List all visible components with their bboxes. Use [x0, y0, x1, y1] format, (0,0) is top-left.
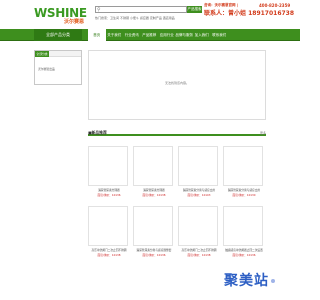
contact-person: 联系人：曾小姐 18917016738: [204, 10, 295, 17]
product-card[interactable]: 漏尿管尿素分离与感应立用 面议/询价：10130: [223, 146, 265, 202]
nav-item-brand[interactable]: 品牌与服务: [176, 29, 194, 41]
product-image[interactable]: [133, 146, 173, 186]
product-name[interactable]: 漏尿管尿素分离与感应立用: [178, 188, 220, 192]
category-sidebar: 全部分类 沃尔赛恩出品: [34, 50, 82, 85]
nav-menu: 首页 关于我们 行业资讯 产品推荐 应用行业 品牌与服务 加入我们 联系我们: [88, 29, 228, 41]
contact-block: 咨询：沃尔赛恩官网 | 400-820-2359 联系人：曾小姐 1891701…: [204, 3, 294, 27]
product-card[interactable]: 漏尿管尿素分理器 面议/询价：10138: [133, 146, 175, 202]
product-price: 面议/询价：10136: [142, 253, 166, 257]
sidebar-header: 全部分类: [35, 51, 81, 57]
product-image[interactable]: [88, 206, 128, 246]
search-input[interactable]: ⚲: [95, 6, 187, 13]
nav-item-home[interactable]: 首页: [88, 29, 106, 41]
nav-item-industries[interactable]: 应用行业: [158, 29, 176, 41]
more-link[interactable]: 更多: [260, 130, 266, 136]
product-card[interactable]: 漏尿管尿素分离与感应立用 面议/询价：10103: [178, 146, 220, 202]
product-price: 面议/询价：10103: [187, 193, 211, 197]
product-price: 面议/询价：10138: [142, 193, 166, 197]
product-card[interactable]: 触感感应冲洗阀器止回二次设置 面议/询价：10136: [223, 206, 265, 262]
product-name[interactable]: 漏尿管尿素分理器: [133, 188, 175, 192]
site-header: WSHINE 沃尔赛恩 ⚲ 产品搜索 热门搜索：卫生间 不锈钢 小便斗 感应器 …: [0, 0, 300, 30]
product-name[interactable]: 漏尿管尿素分理器: [88, 188, 130, 192]
product-price: 面议/询价：10136: [97, 193, 121, 197]
content-panel: 无法找到该内容。: [88, 50, 266, 120]
product-price: 面议/询价：10136: [232, 253, 256, 257]
product-price: 面议/询价：10130: [232, 193, 256, 197]
product-name[interactable]: 触感感应冲洗阀器止回二次设置: [223, 248, 265, 252]
sidebar-tab[interactable]: 全部分类: [35, 51, 49, 57]
sidebar-item[interactable]: 沃尔赛恩出品: [38, 67, 55, 71]
product-price: 面议/询价：10138: [97, 253, 121, 257]
product-price: 面议/询价：10138: [187, 253, 211, 257]
product-image[interactable]: [133, 206, 173, 246]
search-button[interactable]: 产品搜索: [187, 6, 202, 13]
product-image[interactable]: [223, 206, 263, 246]
product-name[interactable]: 漏尿管尿素分离与感应立用: [223, 188, 265, 192]
product-image[interactable]: [88, 146, 128, 186]
brand-logo[interactable]: WSHINE 沃尔赛恩: [34, 6, 87, 26]
hot-search-links[interactable]: 热门搜索：卫生间 不锈钢 小便斗 感应器 定制产品 酒店用品: [95, 15, 205, 21]
product-card[interactable]: 高压冲洗阀门二次止回不锈钢 面议/询价：10138: [178, 206, 220, 262]
product-name[interactable]: 高压冲洗阀门二次止回不锈钢: [88, 248, 130, 252]
nav-item-products[interactable]: 产品推荐: [141, 29, 159, 41]
product-card[interactable]: 漏尿管尿素分离与感应器整套 面议/询价：10136: [133, 206, 175, 262]
all-categories-button[interactable]: 全部产品分类: [34, 29, 82, 41]
product-image[interactable]: [178, 206, 218, 246]
product-image[interactable]: [178, 146, 218, 186]
product-name[interactable]: 高压冲洗阀门二次止回不锈钢: [178, 248, 220, 252]
watermark-dot-icon: [271, 279, 275, 283]
product-image[interactable]: [223, 146, 263, 186]
nav-item-join[interactable]: 加入我们: [193, 29, 211, 41]
recommend-title: ■新品推荐: [88, 130, 107, 135]
nav-item-about[interactable]: 关于我们: [106, 29, 124, 41]
watermark-text: 聚美站: [224, 273, 269, 289]
search-icon: ⚲: [97, 6, 101, 13]
recommend-header: ■新品推荐 更多: [88, 130, 266, 136]
hotline-number: 400-820-2359: [259, 3, 291, 8]
watermark-logo: 聚美站: [224, 270, 275, 290]
empty-message: 无法找到该内容。: [164, 81, 189, 85]
product-grid: 漏尿管尿素分理器 面议/询价：10136 漏尿管尿素分理器 面议/询价：1013…: [88, 146, 266, 266]
product-card[interactable]: 高压冲洗阀门二次止回不锈钢 面议/询价：10138: [88, 206, 130, 262]
logo-subtitle: 沃尔赛恩: [64, 19, 85, 25]
nav-item-contact[interactable]: 联系我们: [211, 29, 229, 41]
product-name[interactable]: 漏尿管尿素分离与感应器整套: [133, 248, 175, 252]
hotline-label: 咨询：沃尔赛恩官网 |: [204, 3, 238, 7]
product-card[interactable]: 漏尿管尿素分理器 面议/询价：10136: [88, 146, 130, 202]
main-navigation: 全部产品分类 首页 关于我们 行业资讯 产品推荐 应用行业 品牌与服务 加入我们…: [0, 29, 300, 41]
nav-item-news[interactable]: 行业资讯: [123, 29, 141, 41]
